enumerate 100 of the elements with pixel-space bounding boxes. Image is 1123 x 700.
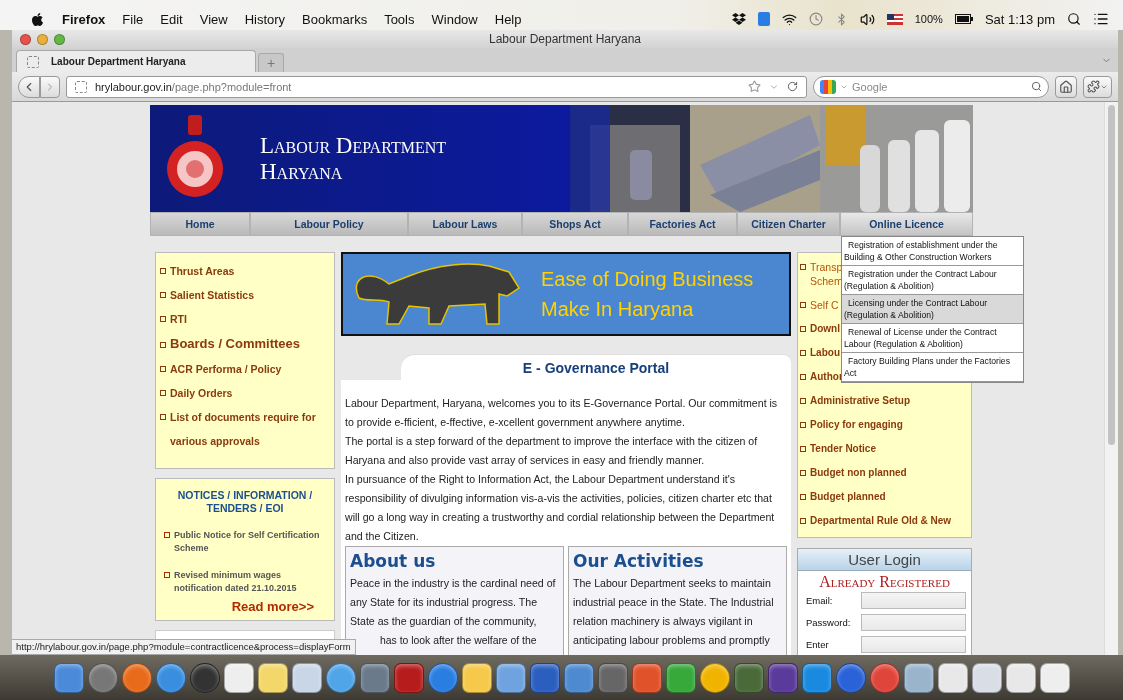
search-icon[interactable] bbox=[1067, 12, 1081, 26]
bullet-icon bbox=[160, 342, 166, 348]
sidebar-link[interactable]: List of documents require for various approvals bbox=[160, 405, 330, 462]
nav-tab[interactable]: Online Licence bbox=[840, 212, 973, 236]
app-icon[interactable] bbox=[495, 662, 526, 693]
app-icon[interactable] bbox=[869, 662, 900, 693]
app-icon[interactable] bbox=[699, 662, 730, 693]
sidebar-link[interactable]: Tender Notice bbox=[800, 437, 876, 461]
input-field[interactable] bbox=[861, 636, 966, 653]
home-button[interactable] bbox=[1055, 75, 1077, 98]
search-field[interactable]: Google bbox=[813, 75, 1049, 98]
paragraph: The portal is a step forward of the department to improve the interface with the citizen of Haryana and also provide vast array of services in easy and friendly manner. bbox=[345, 434, 759, 468]
dropbox-icon[interactable] bbox=[731, 12, 746, 26]
nav-tab[interactable]: Citizen Charter bbox=[737, 212, 840, 236]
app-icon[interactable] bbox=[631, 662, 662, 693]
read-more-link[interactable]: Read more>> bbox=[231, 599, 314, 614]
app-icon[interactable] bbox=[427, 662, 458, 693]
app-icon[interactable] bbox=[971, 662, 1002, 693]
sidebar-link[interactable]: Administrative Setup bbox=[800, 389, 911, 413]
nav-tab[interactable]: Home bbox=[150, 212, 250, 236]
clock-text[interactable]: Sat 1:13 pm bbox=[984, 11, 1055, 27]
menu-item[interactable]: History bbox=[244, 11, 286, 27]
reload-icon[interactable] bbox=[787, 81, 798, 92]
bullet-icon bbox=[160, 414, 166, 420]
sidebar-link[interactable]: Author bbox=[800, 365, 843, 389]
menu-item[interactable]: Bookmarks bbox=[302, 11, 368, 27]
app-icon[interactable] bbox=[121, 662, 152, 693]
wifi-icon[interactable] bbox=[781, 11, 797, 27]
notice-link[interactable]: Revised minimum wages notification dated 21.10.2015 bbox=[164, 569, 330, 595]
app-icon[interactable] bbox=[223, 662, 254, 693]
app-icon[interactable] bbox=[359, 662, 390, 693]
app-icon[interactable] bbox=[937, 662, 968, 693]
app-icon[interactable] bbox=[155, 662, 186, 693]
window-title: Labour Department Haryana bbox=[488, 32, 642, 46]
menu-item[interactable]: View bbox=[199, 11, 228, 27]
menu-item[interactable]: Edit bbox=[160, 11, 183, 27]
app-icon[interactable] bbox=[257, 662, 288, 693]
battery-icon[interactable] bbox=[954, 14, 973, 24]
back-button[interactable] bbox=[18, 75, 40, 98]
sidebar-link[interactable]: Labou bbox=[800, 341, 840, 365]
paragraph: Labour Department, Haryana, welcomes you to its E-Governance Portal. Our commitment is to provide e-fficient, e-ffective, e-xcellent government anywhere anytime. bbox=[345, 396, 779, 430]
zoom-button[interactable] bbox=[54, 34, 65, 45]
notice-link[interactable]: Public Notice for Self Certification Scheme bbox=[164, 529, 330, 555]
sidebar-link[interactable]: Budget non planned bbox=[800, 461, 907, 485]
sidebar-link[interactable]: Thrust Areas bbox=[160, 259, 235, 283]
nav-tab[interactable]: Labour Policy bbox=[250, 212, 408, 236]
app-icon[interactable] bbox=[1005, 662, 1036, 693]
sidebar-link[interactable]: Boards / Committees bbox=[160, 331, 301, 357]
app-icon[interactable] bbox=[461, 662, 492, 693]
home-icon bbox=[1059, 79, 1073, 94]
app-icon[interactable] bbox=[325, 662, 356, 693]
sidebar-link[interactable]: Daily Orders bbox=[160, 381, 233, 405]
extension-button[interactable] bbox=[1083, 75, 1112, 98]
forward-button[interactable] bbox=[40, 75, 60, 98]
sidebar-link[interactable]: RTI bbox=[160, 307, 187, 331]
search-engine-icon[interactable] bbox=[820, 79, 836, 94]
close-button[interactable] bbox=[20, 34, 31, 45]
sidebar-link[interactable]: Budget planned bbox=[800, 485, 886, 509]
clock-icon[interactable] bbox=[808, 12, 823, 26]
browser-tab[interactable]: Labour Department Haryana bbox=[16, 50, 256, 72]
nav-tab[interactable]: Shops Act bbox=[522, 212, 628, 236]
field-label: Email: bbox=[806, 595, 834, 606]
search-icon[interactable] bbox=[1031, 81, 1042, 92]
input-field[interactable] bbox=[861, 592, 966, 609]
speaker-icon[interactable] bbox=[859, 11, 875, 27]
menu-item[interactable]: Help bbox=[494, 11, 522, 27]
app-icon[interactable] bbox=[665, 662, 696, 693]
menu-item[interactable]: Licensing under the Contract Labour (Regulation & Abolition) bbox=[842, 295, 1023, 324]
app-icon[interactable] bbox=[291, 662, 322, 693]
input-field[interactable] bbox=[861, 614, 966, 631]
app-icon[interactable] bbox=[757, 12, 770, 26]
app-icon[interactable] bbox=[801, 662, 832, 693]
menu-item[interactable]: Firefox bbox=[62, 11, 106, 27]
address-field[interactable]: hrylabour.gov.in/page.php?module=front bbox=[66, 75, 807, 98]
sidebar-link[interactable]: Departmental Rule Old & New bbox=[800, 509, 952, 533]
apple-icon[interactable] bbox=[30, 11, 45, 27]
app-icon[interactable] bbox=[53, 662, 84, 693]
nav-tab[interactable]: Factories Act bbox=[628, 212, 737, 236]
promo-text: Ease of Doing Business Make In Haryana bbox=[541, 267, 754, 322]
sidebar-link[interactable]: Downl bbox=[800, 317, 840, 341]
scrollbar-thumb[interactable] bbox=[1108, 105, 1115, 445]
menu-item[interactable]: Tools bbox=[384, 11, 415, 27]
nav-tab[interactable]: Labour Laws bbox=[408, 212, 522, 236]
minimize-button[interactable] bbox=[37, 34, 48, 45]
app-icon[interactable] bbox=[903, 662, 934, 693]
app-icon[interactable] bbox=[563, 662, 594, 693]
sidebar-link[interactable]: Policy for engaging bbox=[800, 413, 903, 437]
menu-item[interactable]: File bbox=[122, 11, 144, 27]
sidebar-link[interactable]: ACR Performa / Policy bbox=[160, 357, 282, 381]
app-icon[interactable] bbox=[87, 662, 118, 693]
sidebar-link[interactable]: Salient Statistics bbox=[160, 283, 255, 307]
status-bar: http://hrylabour.gov.in/page.php?module=contractlicence&process=displayForm bbox=[12, 639, 356, 655]
sidebar-link[interactable]: Self C bbox=[800, 293, 839, 317]
bullet-icon bbox=[800, 422, 806, 428]
bookmark-star-icon[interactable] bbox=[748, 80, 761, 93]
list-icon[interactable] bbox=[1093, 11, 1109, 27]
menu-item[interactable]: Window bbox=[431, 11, 478, 27]
flag-icon[interactable] bbox=[886, 13, 903, 25]
trash-icon[interactable] bbox=[1039, 662, 1070, 693]
bullet-icon bbox=[800, 446, 806, 452]
